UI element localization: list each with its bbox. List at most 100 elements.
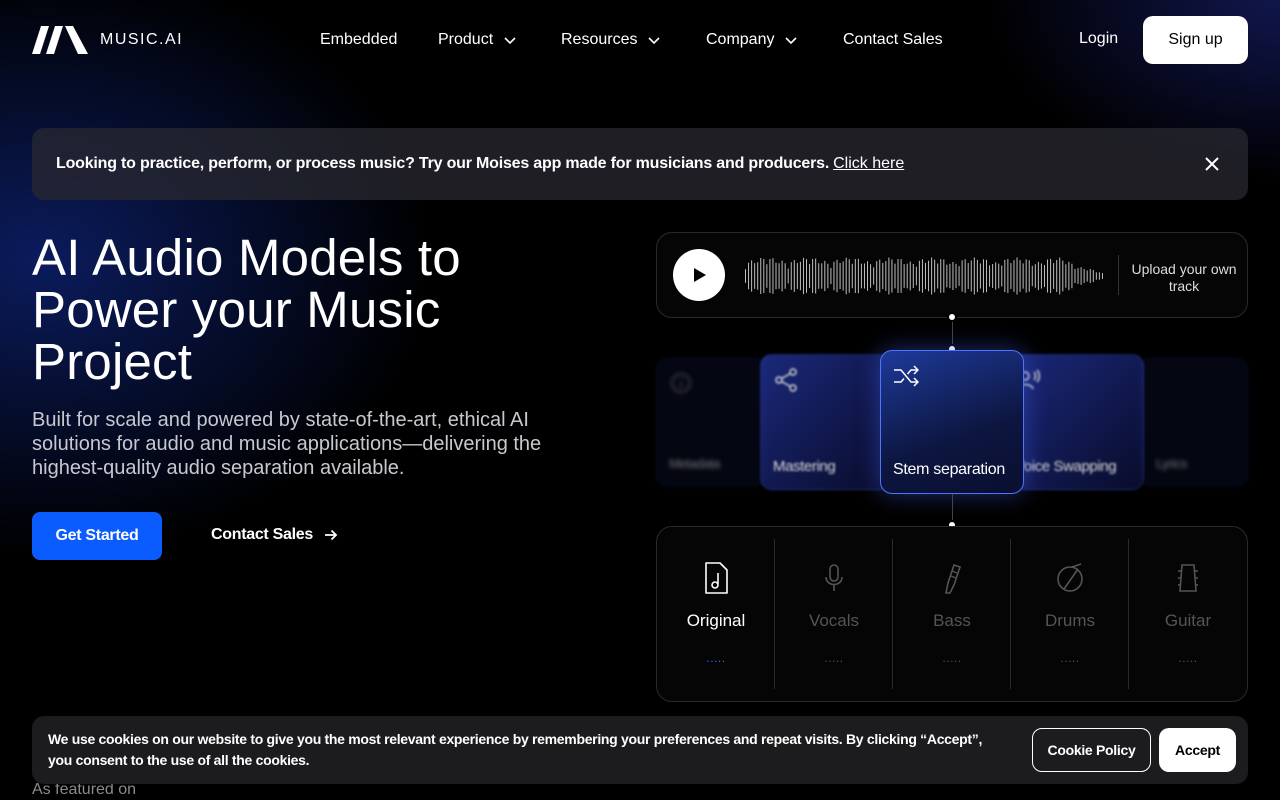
waveform-bar [1004,259,1006,293]
waveform-bar [998,263,1000,289]
play-icon [694,268,706,282]
stem-guitar[interactable]: Guitar ..... [1129,539,1247,689]
model-card-lyrics[interactable]: Lyrics [1138,358,1248,486]
waveform-bar [833,261,835,291]
stem-label: Drums [1044,611,1096,630]
waveform-bar [799,261,801,291]
waveform-bar [1071,263,1073,289]
login-link[interactable]: Login [1079,30,1118,48]
music-file-icon [705,562,728,594]
waveform-bar [967,262,969,289]
play-button[interactable] [673,249,725,301]
divider [1118,255,1119,295]
waveform-bar [818,263,820,289]
waveform-bar [836,259,838,293]
waveform-bar [949,263,951,289]
nav-item-embedded[interactable]: Embedded [320,31,397,49]
nav-item-label: Product [438,31,494,48]
waveform-bar [1047,259,1049,293]
waveform-bar [793,260,795,292]
waveform-bar [821,263,823,289]
close-icon[interactable] [1204,156,1220,172]
model-card-voice-swapping[interactable]: Voice Swapping [1012,354,1144,490]
waveform-bar [891,259,893,293]
nav-item-label: Resources [561,31,638,48]
waveform-bar [1016,257,1018,295]
waveform-bar [1089,268,1091,284]
waveform-bar [766,264,768,288]
waveform-bar [781,260,783,292]
stem-progress: ..... [942,651,962,665]
waveform-bar [989,265,991,287]
waveform-bar [775,262,777,290]
get-started-button[interactable]: Get Started [32,512,162,560]
waveform-bar [839,262,841,289]
chevron-down-icon [785,37,798,45]
model-card-mastering[interactable]: Mastering [760,354,892,490]
banner-link[interactable]: Click here [833,155,904,173]
waveform-bar [769,259,771,293]
stem-label: Bass [933,611,971,630]
waveform-bar [995,262,997,290]
cookie-policy-button[interactable]: Cookie Policy [1032,728,1151,772]
audio-player: Upload your own track [656,232,1248,318]
cookie-accept-button[interactable]: Accept [1159,728,1236,772]
waveform-bar [1043,265,1045,287]
model-card-label: Lyrics [1155,456,1187,471]
waveform-bar [918,260,920,292]
nav-item-company[interactable]: Company [706,31,798,49]
waveform-bar [1065,264,1067,288]
stem-bass[interactable]: Bass ..... [893,539,1011,689]
model-card-label: Metadata [669,456,721,471]
stem-progress: ..... [824,651,844,665]
guitar-headstock-icon [1178,564,1198,592]
waveform-bar [830,267,832,285]
waveform-bar [1077,268,1079,284]
brand-logo[interactable]: MUSIC.AI [32,26,183,54]
stem-drums[interactable]: Drums ..... [1011,539,1129,689]
upload-track-button[interactable]: Upload your own track [1127,261,1241,295]
waveform-bar [827,263,829,289]
nav-item-label: Contact Sales [843,31,943,48]
stem-label: Original [686,611,746,630]
waveform-bar [1022,263,1024,289]
waveform-bar [1007,259,1009,293]
model-card-metadata[interactable]: Metadata [656,358,766,486]
waveform-bar [760,258,762,294]
waveform-bar [863,263,865,289]
waveform-bar [790,262,792,290]
waveform-bar [848,259,850,293]
waveform-bar [1056,259,1058,293]
waveform-bar [1062,260,1064,292]
waveform-bar [894,263,896,289]
nav-item-product[interactable]: Product [438,31,517,49]
waveform-bar [873,267,875,285]
waveform-bar [796,263,798,289]
announcement-banner: Looking to practice, perform, or process… [32,128,1248,200]
contact-sales-button[interactable]: Contact Sales [211,526,339,544]
waveform-bar [1001,265,1003,287]
waveform-bar [952,262,954,291]
waveform-bar [940,259,942,293]
model-card-stem-separation[interactable]: Stem separation [880,350,1024,494]
stem-vocals[interactable]: Vocals ..... [775,539,893,689]
waveform-bar [1031,265,1033,287]
waveform-bar [1092,269,1094,283]
waveform-bar [815,258,817,294]
waveform-bar [857,258,859,294]
nav-item-resources[interactable]: Resources [561,31,661,49]
waveform-bar [1034,264,1036,288]
waveform-bar [751,260,753,292]
waveform-bar [915,266,917,286]
waveform-bar [860,263,862,289]
signup-button[interactable]: Sign up [1143,16,1248,64]
waveform-bar [772,258,774,294]
waveform-bar [1050,258,1052,294]
waveform-bar [754,263,756,289]
waveform-bar [1025,259,1027,293]
stem-original[interactable]: Original ..... [657,539,775,689]
logo-mark-icon [32,26,88,54]
stem-progress: ..... [1178,651,1198,665]
chevron-down-icon [504,37,516,45]
nav-item-contact-sales[interactable]: Contact Sales [843,31,943,49]
